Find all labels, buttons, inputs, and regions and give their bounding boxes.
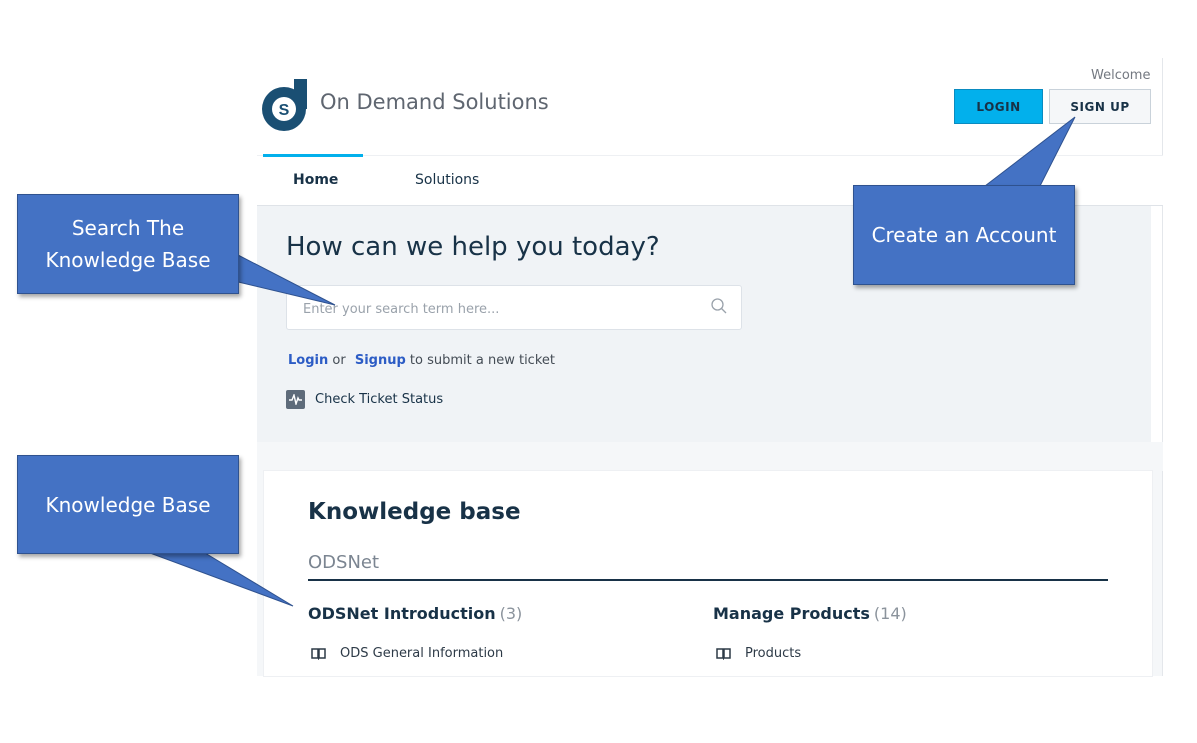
signup-link[interactable]: Signup: [355, 353, 406, 368]
article-ods-general-information[interactable]: ODS General Information: [311, 646, 503, 661]
brand-logo-icon[interactable]: S: [261, 79, 307, 131]
activity-icon: [286, 390, 305, 409]
article-title: ODS General Information: [340, 646, 504, 661]
new-ticket-prompt: Login or Signup to submit a new ticket: [288, 353, 560, 368]
folder-underline: [308, 579, 1108, 581]
submit-ticket-text: to submit a new ticket: [409, 353, 555, 368]
brand-name[interactable]: On Demand Solutions: [320, 90, 549, 114]
callout-create-account: Create an Account: [853, 185, 1075, 285]
callout-search-knowledge-base: Search The Knowledge Base: [17, 194, 239, 294]
tab-solutions[interactable]: Solutions: [415, 172, 479, 188]
folder-heading[interactable]: ODSNet: [308, 552, 379, 573]
active-tab-indicator: [263, 154, 363, 157]
logo-letter: S: [279, 102, 290, 119]
login-button[interactable]: LOGIN: [954, 89, 1043, 124]
category-name: ODSNet Introduction: [308, 604, 496, 623]
category-count: (3): [499, 604, 523, 623]
tab-home[interactable]: Home: [293, 172, 338, 188]
portal-border: [1162, 58, 1163, 676]
search-icon[interactable]: [710, 297, 728, 315]
article-title: Products: [745, 646, 802, 661]
callout-search-line1: Search The: [71, 216, 185, 240]
section-spacer-left: [257, 471, 264, 676]
callout-search-line2: Knowledge Base: [45, 248, 211, 272]
article-products[interactable]: Products: [716, 646, 801, 661]
section-spacer: [257, 442, 1163, 471]
search-input[interactable]: [301, 297, 685, 321]
welcome-text: Welcome: [1091, 68, 1151, 83]
category-name: Manage Products: [713, 604, 870, 623]
or-text: or: [332, 353, 346, 368]
help-heading: How can we help you today?: [286, 232, 660, 262]
knowledge-base-heading: Knowledge base: [308, 499, 521, 525]
category-count: (14): [873, 604, 907, 623]
book-icon: [716, 648, 731, 660]
search-box[interactable]: [286, 285, 742, 330]
section-spacer-right: [1152, 471, 1162, 676]
check-ticket-status-link[interactable]: Check Ticket Status: [286, 390, 443, 409]
login-link[interactable]: Login: [288, 353, 328, 368]
book-icon: [311, 648, 326, 660]
category-odsnet-introduction[interactable]: ODSNet Introduction (3): [308, 604, 522, 623]
check-ticket-status-label: Check Ticket Status: [315, 392, 444, 407]
category-manage-products[interactable]: Manage Products (14): [713, 604, 907, 623]
callout-knowledge-base: Knowledge Base: [17, 455, 239, 554]
signup-button[interactable]: SIGN UP: [1049, 89, 1151, 124]
